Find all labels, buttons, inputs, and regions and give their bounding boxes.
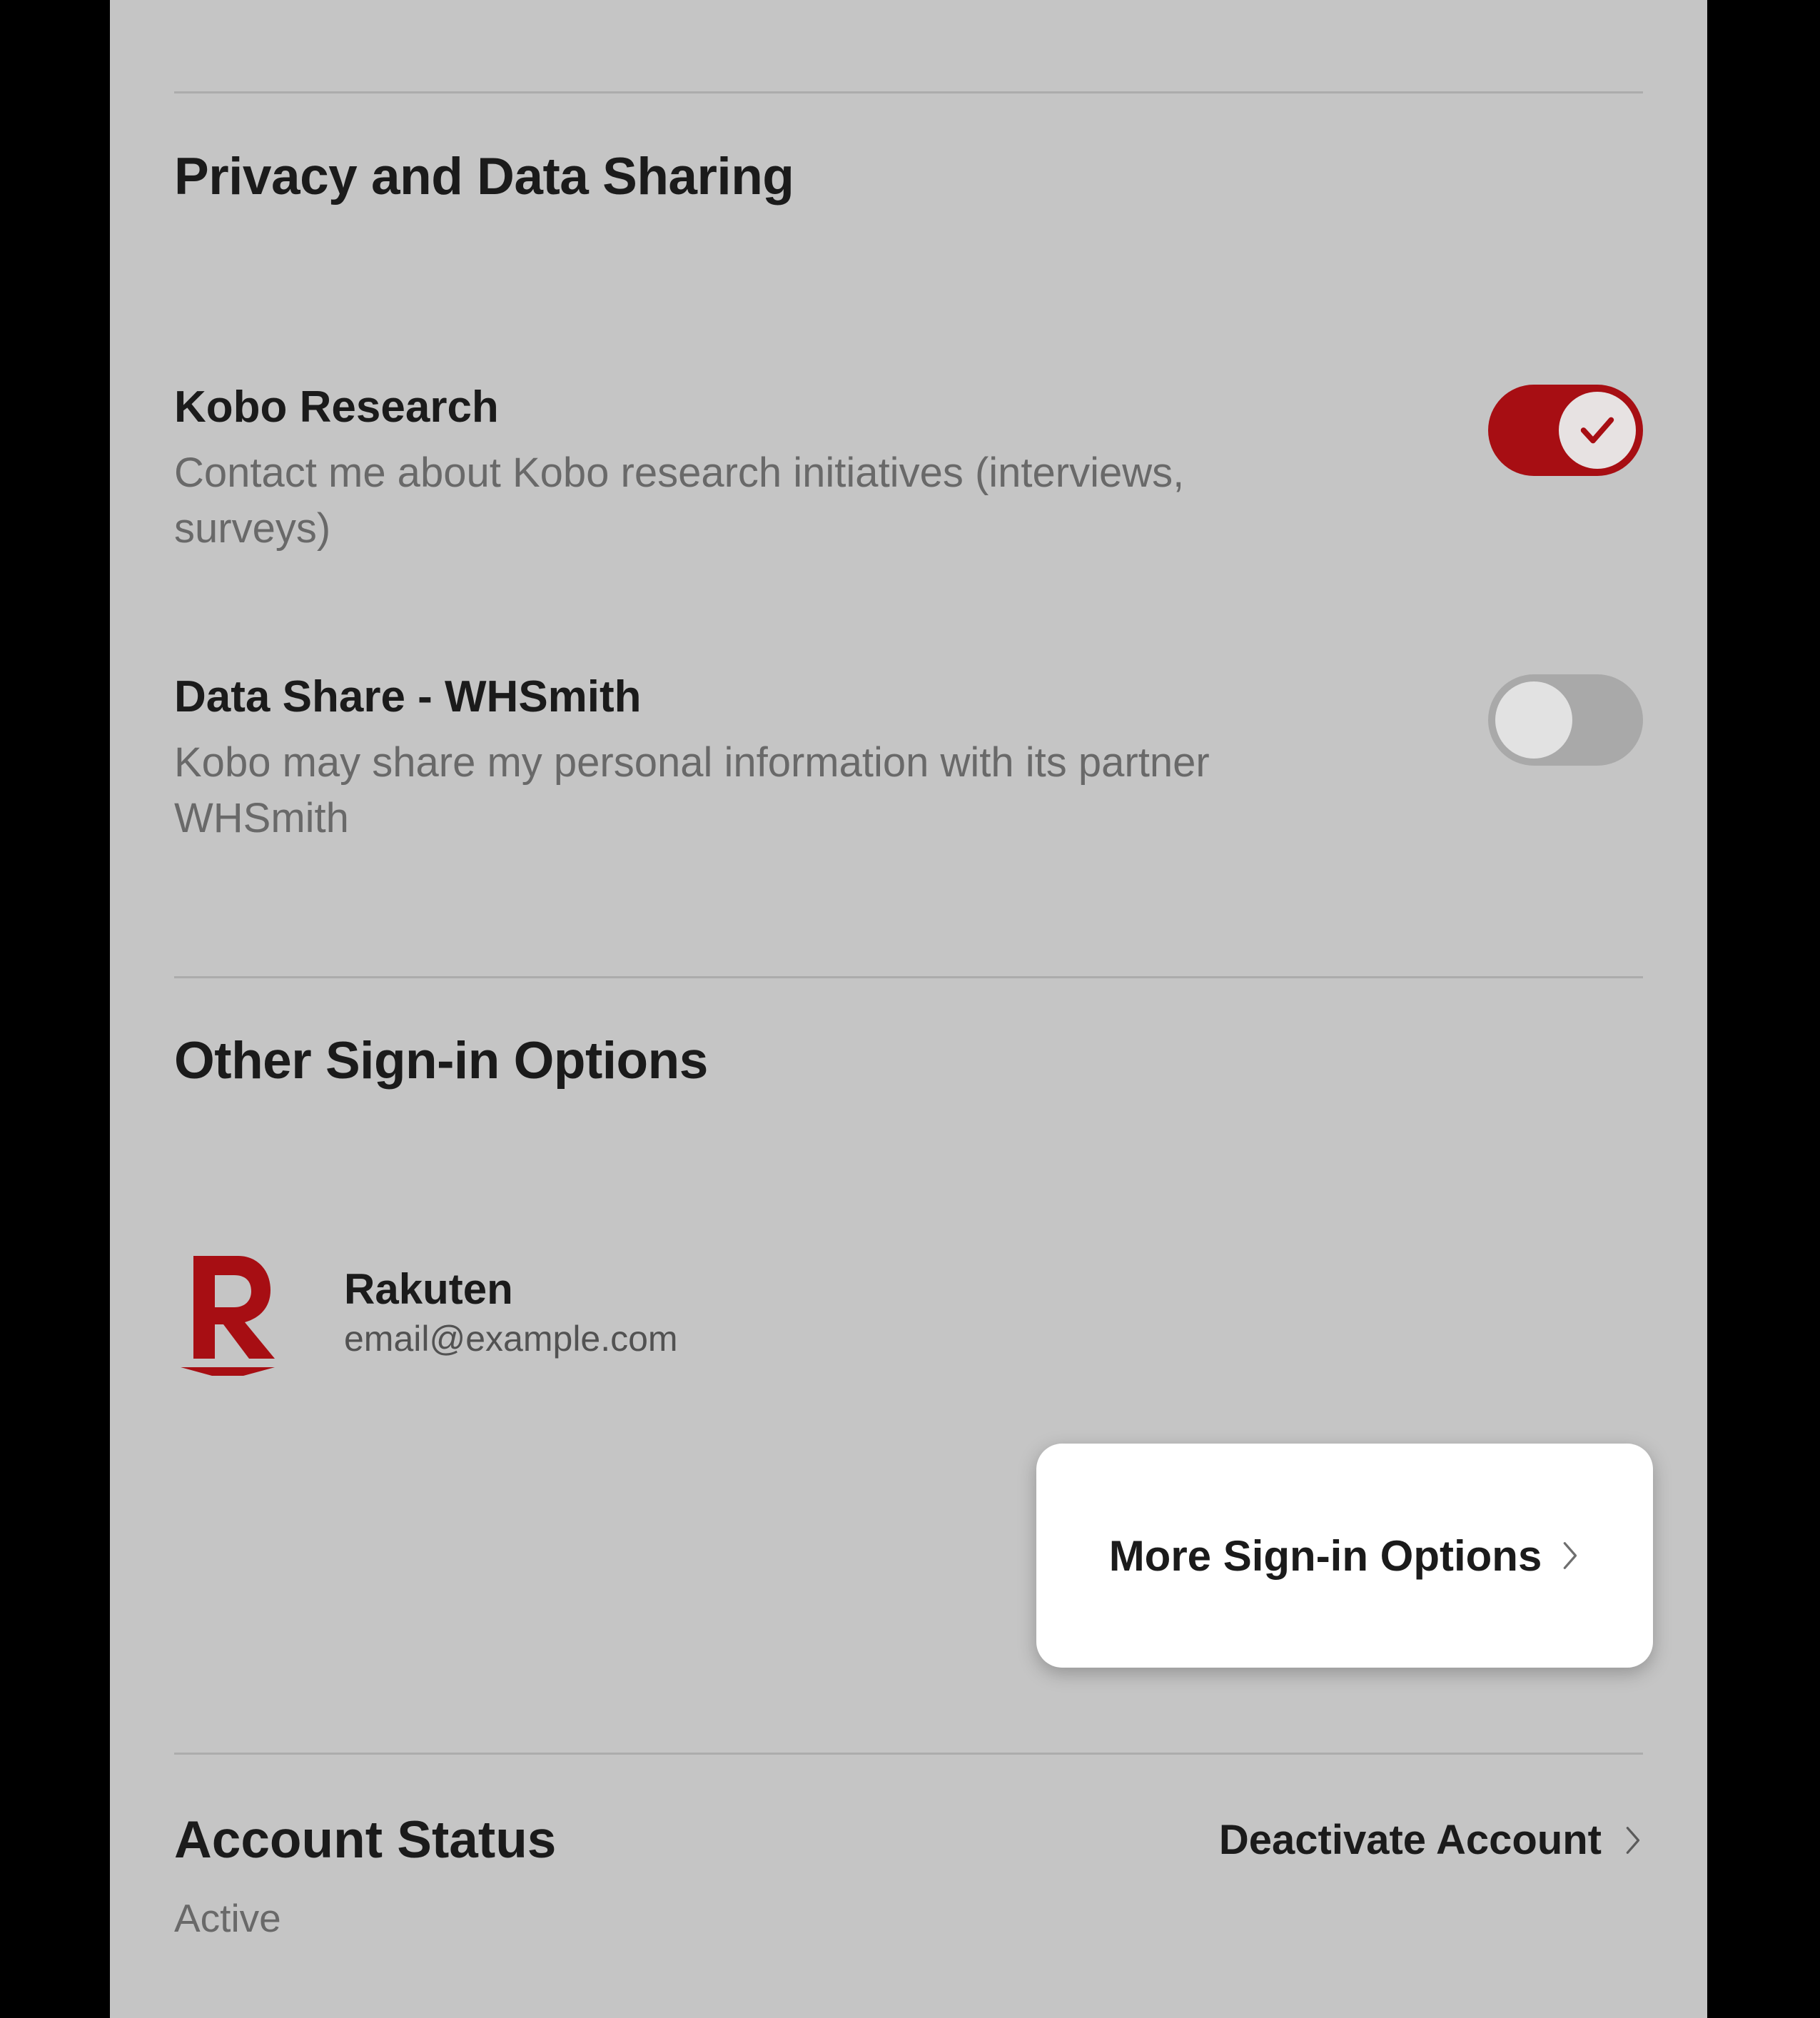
check-icon <box>1577 410 1618 451</box>
account-status-value: Active <box>174 1895 1643 1941</box>
privacy-heading: Privacy and Data Sharing <box>174 147 1643 206</box>
setting-row-kobo-research: Kobo Research Contact me about Kobo rese… <box>174 382 1643 557</box>
toggle-knob <box>1559 392 1636 469</box>
deactivate-account-button[interactable]: Deactivate Account <box>1219 1816 1643 1864</box>
chevron-right-icon <box>1562 1540 1580 1571</box>
setting-text: Data Share - WHSmith Kobo may share my p… <box>174 671 1280 847</box>
rakuten-logo-icon <box>174 1247 281 1376</box>
more-signin-label: More Sign-in Options <box>1109 1531 1542 1581</box>
provider-name: Rakuten <box>344 1264 678 1314</box>
setting-title: Data Share - WHSmith <box>174 671 1280 722</box>
section-divider <box>174 91 1643 93</box>
provider-email: email@example.com <box>344 1318 678 1359</box>
account-status-heading: Account Status <box>174 1810 556 1870</box>
deactivate-label: Deactivate Account <box>1219 1816 1602 1864</box>
setting-text: Kobo Research Contact me about Kobo rese… <box>174 382 1280 557</box>
toggle-kobo-research[interactable] <box>1488 385 1643 476</box>
account-status-row: Account Status Deactivate Account <box>174 1810 1643 1870</box>
signin-provider-rakuten[interactable]: Rakuten email@example.com <box>174 1247 1643 1376</box>
section-divider <box>174 976 1643 978</box>
signin-heading: Other Sign-in Options <box>174 1031 1643 1090</box>
chevron-right-icon <box>1624 1825 1643 1856</box>
setting-row-data-share-whsmith: Data Share - WHSmith Kobo may share my p… <box>174 671 1643 847</box>
more-signin-options-button[interactable]: More Sign-in Options <box>1036 1444 1653 1668</box>
setting-description: Contact me about Kobo research initiativ… <box>174 445 1280 557</box>
provider-text: Rakuten email@example.com <box>344 1264 678 1359</box>
settings-panel: Privacy and Data Sharing Kobo Research C… <box>110 0 1707 2018</box>
setting-description: Kobo may share my personal information w… <box>174 735 1280 847</box>
section-divider <box>174 1753 1643 1755</box>
toggle-knob <box>1495 681 1572 759</box>
toggle-data-share-whsmith[interactable] <box>1488 674 1643 766</box>
setting-title: Kobo Research <box>174 382 1280 432</box>
